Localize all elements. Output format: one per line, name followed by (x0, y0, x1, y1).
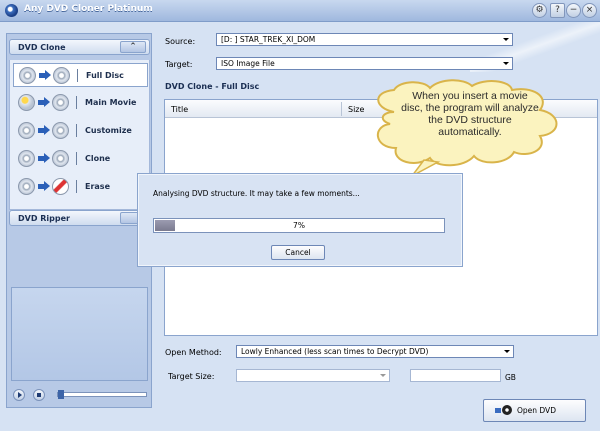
progress-dialog: Analysing DVD structure. It may take a f… (137, 173, 463, 267)
size-unit: GB (505, 373, 516, 382)
dvd-clone-menu: Full Disc Main Movie Customize Clone Era… (9, 60, 150, 210)
target-label: Target: (165, 60, 193, 69)
full-disc-icon (19, 67, 79, 84)
progress-text: 7% (293, 221, 305, 230)
section-title: DVD Clone - Full Disc (165, 82, 260, 91)
target-size-select[interactable] (236, 369, 390, 382)
sidebar-item-erase[interactable]: Erase (13, 175, 148, 199)
source-value: [D: ] STAR_TREK_XI_DOM (221, 35, 316, 44)
column-header-title[interactable]: Title (171, 105, 188, 114)
title-bar: Any DVD Cloner Platinum ⚙ ? − × (0, 0, 600, 22)
app-title: Any DVD Cloner Platinum (24, 4, 153, 14)
chevron-down-icon (503, 38, 509, 41)
sidebar-item-label: Full Disc (86, 71, 124, 80)
app-logo-icon (5, 4, 18, 17)
main-movie-icon (18, 94, 78, 111)
dvd-ripper-panel-header[interactable]: DVD Ripper (9, 210, 150, 226)
sidebar-item-clone[interactable]: Clone (13, 147, 148, 171)
cancel-button[interactable]: Cancel (271, 245, 325, 260)
customize-icon (18, 122, 78, 139)
open-disc-icon (495, 405, 513, 417)
source-select[interactable]: [D: ] STAR_TREK_XI_DOM (216, 33, 513, 46)
clone-icon (18, 150, 78, 167)
seek-slider[interactable] (57, 390, 147, 399)
open-method-label: Open Method: (165, 348, 222, 357)
target-value: ISO Image File (221, 59, 275, 68)
sidebar-item-label: Clone (85, 154, 111, 163)
sidebar-item-label: Customize (85, 126, 132, 135)
chevron-down-icon (380, 374, 386, 377)
sidebar-item-customize[interactable]: Customize (13, 119, 148, 143)
seek-thumb[interactable] (58, 390, 64, 399)
settings-icon[interactable]: ⚙ (532, 3, 547, 18)
close-button[interactable]: × (582, 3, 597, 18)
progress-bar: 7% (153, 218, 445, 233)
sidebar-item-full-disc[interactable]: Full Disc (13, 63, 148, 87)
erase-icon (18, 178, 78, 195)
column-header-size[interactable]: Size (348, 105, 364, 114)
help-icon[interactable]: ? (550, 3, 565, 18)
open-method-value: Lowly Enhanced (less scan times to Decry… (241, 347, 429, 356)
target-size-label: Target Size: (168, 372, 215, 381)
dvd-clone-panel-header[interactable]: DVD Clone ⌃ (9, 39, 150, 55)
callout-text: When you insert a movie disc, the progra… (401, 90, 539, 138)
open-method-select[interactable]: Lowly Enhanced (less scan times to Decry… (236, 345, 514, 358)
minimize-button[interactable]: − (566, 3, 581, 18)
stop-icon[interactable] (33, 389, 45, 401)
chevron-down-icon (504, 350, 510, 353)
dvd-clone-title: DVD Clone (18, 43, 66, 52)
open-dvd-button[interactable]: Open DVD (483, 399, 586, 422)
source-label: Source: (165, 37, 196, 46)
custom-size-input[interactable] (410, 369, 501, 382)
tooltip-callout: When you insert a movie disc, the progra… (364, 78, 574, 178)
video-preview (11, 287, 148, 381)
collapse-button[interactable]: ⌃ (120, 41, 146, 53)
sidebar-item-label: Main Movie (85, 98, 137, 107)
sidebar: DVD Clone ⌃ Full Disc Main Movie Customi… (6, 33, 152, 408)
sidebar-item-label: Erase (85, 182, 110, 191)
sidebar-item-main-movie[interactable]: Main Movie (13, 91, 148, 115)
open-dvd-label: Open DVD (517, 406, 556, 415)
dialog-message: Analysing DVD structure. It may take a f… (153, 189, 360, 198)
dvd-ripper-title: DVD Ripper (18, 214, 70, 223)
target-select[interactable]: ISO Image File (216, 57, 513, 70)
play-icon[interactable] (13, 389, 25, 401)
chevron-down-icon (503, 62, 509, 65)
